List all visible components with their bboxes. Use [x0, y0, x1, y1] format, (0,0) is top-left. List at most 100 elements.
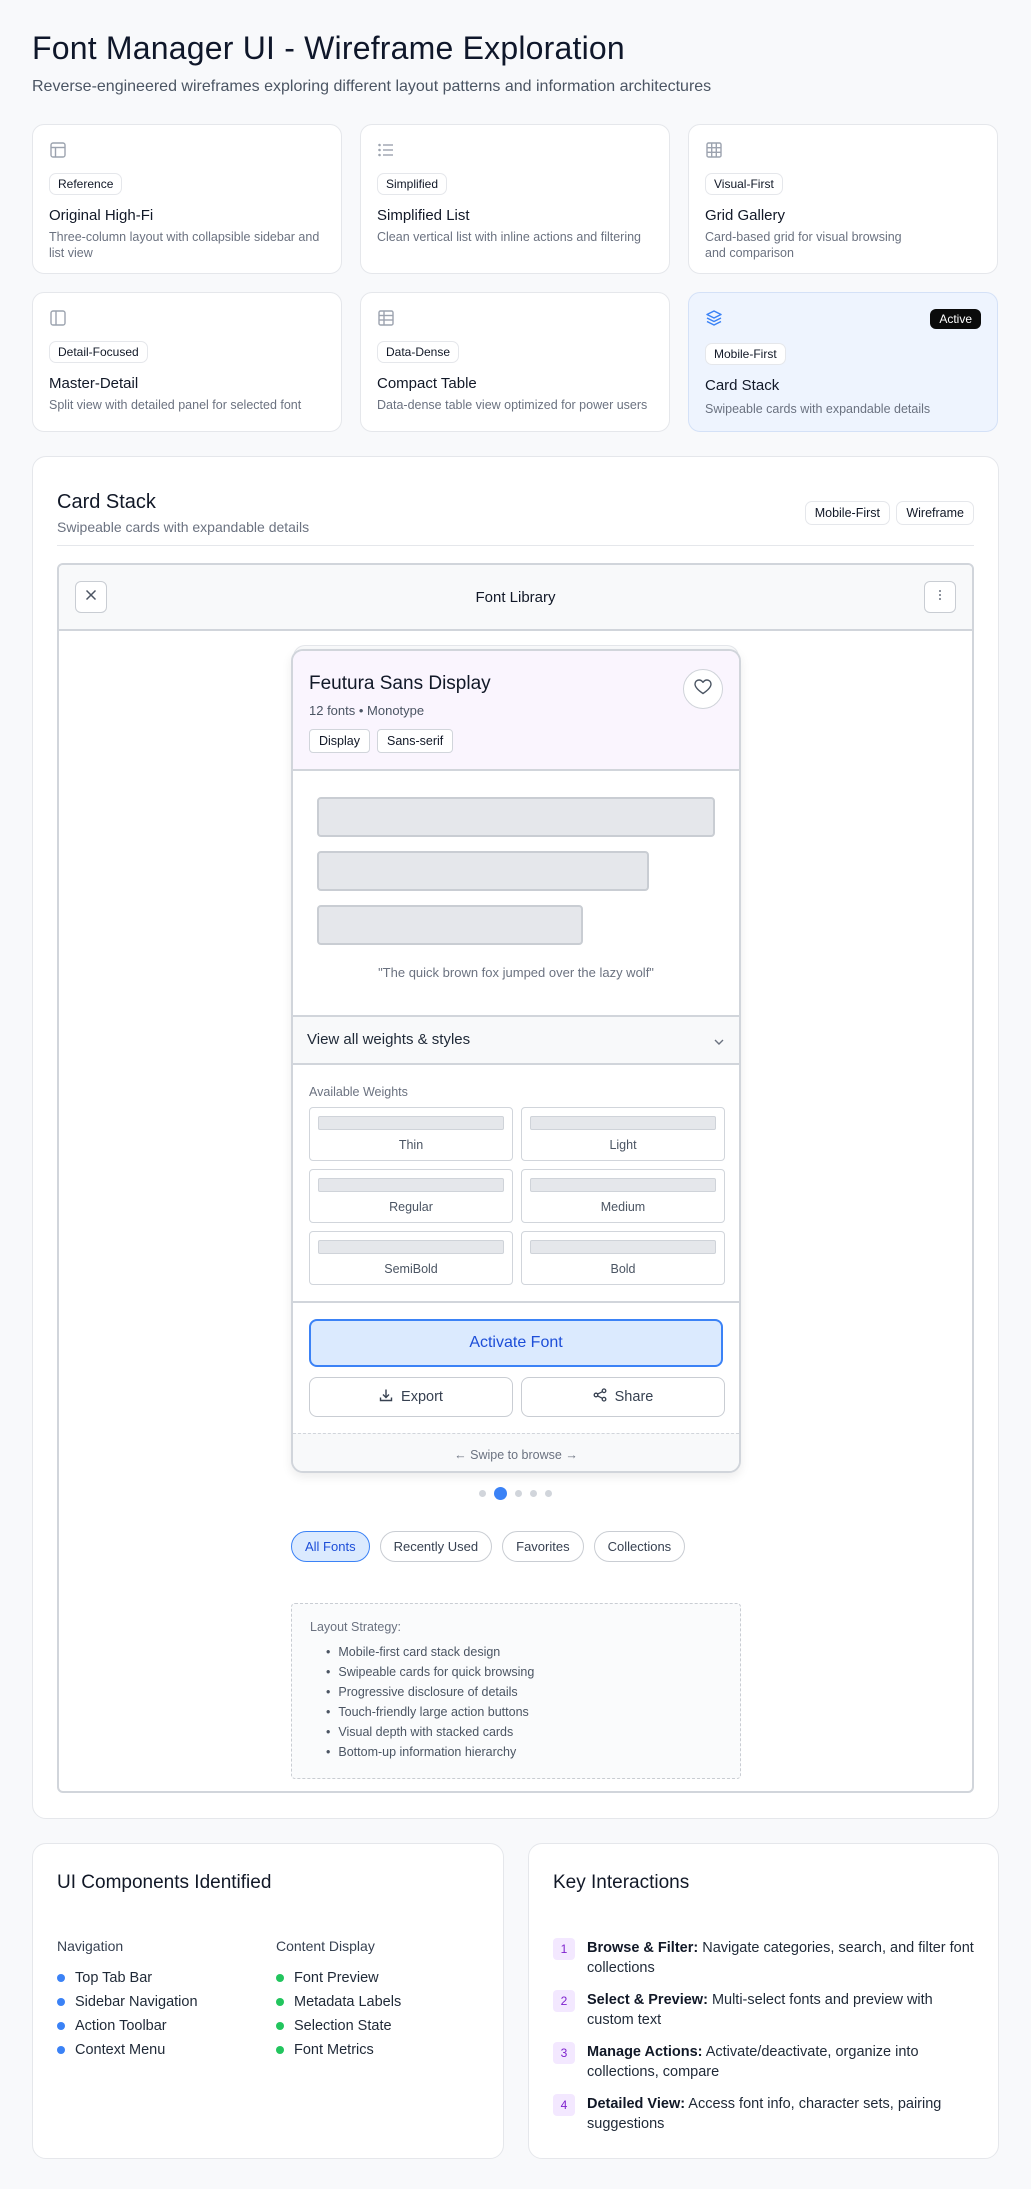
bullet-icon — [57, 2022, 65, 2030]
content-display-title: Content Display — [276, 1938, 375, 1954]
filter-recently-used[interactable]: Recently Used — [379, 1531, 493, 1562]
variant-card-original[interactable]: Reference Original High-Fi Three-column … — [32, 124, 342, 274]
divider — [57, 545, 974, 546]
variant-tag: Mobile-First — [705, 343, 786, 365]
interactions-title: Key Interactions — [553, 1872, 690, 1893]
bullet-icon — [276, 1998, 284, 2006]
more-vertical-icon — [938, 588, 942, 606]
key-interactions-card: Key Interactions 1 Browse & Filter: Navi… — [528, 1843, 999, 2159]
active-badge: Active — [930, 309, 981, 329]
page-dot[interactable] — [515, 1490, 522, 1497]
weight-option[interactable]: SemiBold — [309, 1231, 513, 1285]
bullet-icon — [57, 2046, 65, 2054]
expander-label: View all weights & styles — [307, 1031, 471, 1048]
variant-desc: Card-based grid for visual browsing and … — [705, 230, 902, 260]
mobile-first-chip: Mobile-First — [804, 501, 890, 525]
list-item: Top Tab Bar — [57, 1966, 198, 1990]
list-item: Font Preview — [276, 1966, 401, 1990]
variant-card-master-detail[interactable]: Detail-Focused Master-Detail Split view … — [32, 292, 342, 432]
list-icon — [377, 141, 395, 159]
variant-desc: Clean vertical list with inline actions … — [377, 230, 642, 244]
preview-quote: "The quick brown fox jumped over the laz… — [378, 965, 654, 980]
weight-option[interactable]: Regular — [309, 1169, 513, 1223]
table-icon — [377, 309, 395, 327]
strategy-item: Bottom-up information hierarchy — [326, 1742, 722, 1762]
bullet-icon — [276, 2046, 284, 2054]
variant-tag: Detail-Focused — [49, 341, 148, 363]
content-display-list: Font Preview Metadata Labels Selection S… — [276, 1966, 401, 2062]
filter-favorites[interactable]: Favorites — [502, 1531, 584, 1562]
variant-card-grid[interactable]: Visual-First Grid Gallery Card-based gri… — [688, 124, 998, 274]
weight-label: Medium — [600, 1200, 646, 1214]
variant-title: Simplified List — [377, 207, 470, 224]
page-dot[interactable] — [530, 1490, 537, 1497]
heart-icon — [694, 678, 712, 700]
variant-tag: Visual-First — [705, 173, 783, 195]
interaction-item: 2 Select & Preview: Multi-select fonts a… — [553, 1990, 974, 2030]
layers-icon — [705, 309, 723, 327]
page-subtitle: Reverse-engineered wireframes exploring … — [32, 78, 712, 95]
bullet-icon — [276, 2022, 284, 2030]
ui-components-card: UI Components Identified Navigation Top … — [32, 1843, 504, 2159]
more-button[interactable] — [924, 581, 956, 613]
weights-label: Available Weights — [309, 1085, 408, 1099]
variant-desc: Swipeable cards with expandable details — [705, 402, 931, 416]
activate-font-button[interactable]: Activate Font — [309, 1319, 723, 1367]
font-tag: Display — [309, 729, 370, 753]
navigation-list: Top Tab Bar Sidebar Navigation Action To… — [57, 1966, 198, 2062]
download-icon — [379, 1388, 393, 1406]
variant-title: Original High-Fi — [49, 207, 154, 224]
variant-title: Card Stack — [705, 377, 780, 394]
strategy-item: Swipeable cards for quick browsing — [326, 1662, 722, 1682]
page-dot[interactable] — [545, 1490, 552, 1497]
filter-collections[interactable]: Collections — [593, 1531, 686, 1562]
page-dot-active[interactable] — [494, 1487, 507, 1500]
interaction-item: 1 Browse & Filter: Navigate categories, … — [553, 1938, 974, 1978]
strategy-item: Visual depth with stacked cards — [326, 1722, 722, 1742]
interaction-item: 3 Manage Actions: Activate/deactivate, o… — [553, 2042, 974, 2082]
strategy-item: Mobile-first card stack design — [326, 1642, 722, 1662]
bullet-icon — [57, 1998, 65, 2006]
weight-option[interactable]: Bold — [521, 1231, 725, 1285]
weight-option[interactable]: Light — [521, 1107, 725, 1161]
list-item: Metadata Labels — [276, 1990, 401, 2014]
weight-option[interactable]: Medium — [521, 1169, 725, 1223]
variant-tag: Data-Dense — [377, 341, 460, 363]
panel-left-icon — [49, 309, 67, 327]
variant-title: Grid Gallery — [705, 207, 786, 224]
share-button[interactable]: Share — [521, 1377, 725, 1417]
weight-label: Light — [609, 1138, 637, 1152]
variant-card-compact-table[interactable]: Data-Dense Compact Table Data-dense tabl… — [360, 292, 670, 432]
list-item: Context Menu — [57, 2038, 198, 2062]
filter-chips: All Fonts Recently Used Favorites Collec… — [291, 1531, 686, 1562]
variant-title: Compact Table — [377, 375, 477, 392]
variant-card-simplified[interactable]: Simplified Simplified List Clean vertica… — [360, 124, 670, 274]
list-item: Sidebar Navigation — [57, 1990, 198, 2014]
variant-desc: Three-column layout with collapsible sid… — [49, 230, 320, 260]
strategy-list: Mobile-first card stack design Swipeable… — [310, 1642, 722, 1762]
navigation-title: Navigation — [57, 1938, 124, 1954]
page-dot[interactable] — [479, 1490, 486, 1497]
filter-all-fonts[interactable]: All Fonts — [291, 1531, 370, 1562]
device-frame: Font Library Feutura Sans Display 12 fon… — [57, 563, 974, 1793]
preview-placeholder — [317, 851, 649, 891]
frame-title: Font Library — [475, 589, 556, 606]
strategy-title: Layout Strategy: — [310, 1620, 402, 1634]
weight-option[interactable]: Thin — [309, 1107, 513, 1161]
list-item: Action Toolbar — [57, 2014, 198, 2038]
interaction-label: Manage Actions: — [587, 2044, 703, 2060]
bullet-icon — [57, 1974, 65, 1982]
wireframe-chip: Wireframe — [896, 501, 974, 525]
weight-label: SemiBold — [384, 1262, 438, 1276]
step-number: 3 — [553, 2042, 575, 2064]
page-title: Font Manager UI - Wireframe Exploration — [32, 30, 625, 66]
step-number: 4 — [553, 2094, 575, 2116]
weights-expander[interactable]: View all weights & styles — [293, 1017, 739, 1063]
variant-card-card-stack[interactable]: Active Mobile-First Card Stack Swipeable… — [688, 292, 998, 432]
favorite-button[interactable] — [683, 669, 723, 709]
layout-strategy-note: Layout Strategy: Mobile-first card stack… — [291, 1603, 741, 1779]
export-button[interactable]: Export — [309, 1377, 513, 1417]
variant-desc: Data-dense table view optimized for powe… — [377, 398, 648, 412]
interaction-label: Browse & Filter: — [587, 1940, 699, 1956]
font-card[interactable]: Feutura Sans Display 12 fonts • Monotype… — [291, 649, 741, 1473]
